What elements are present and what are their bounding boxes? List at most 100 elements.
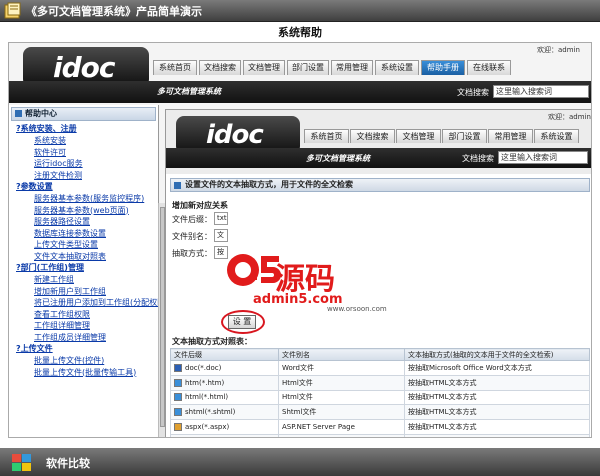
set-button[interactable]: 设 置 — [228, 315, 256, 329]
tab-6[interactable]: 系统设置 — [375, 60, 419, 75]
method-cell: 按抽取HTML文本方式 — [404, 404, 590, 421]
bottom-bar: 软件比较 — [0, 448, 600, 476]
inner-welcome-text: 欢迎：admin — [548, 113, 591, 121]
sidebar-section[interactable]: ?上传文件 — [9, 343, 158, 355]
alias-cell: Html文件 — [278, 374, 405, 391]
inner-tab-6[interactable]: 系统设置 — [534, 129, 579, 143]
sidebar-item[interactable]: 服务器基本参数(服务监控程序) — [9, 193, 158, 205]
sidebar-item[interactable]: 注册文件检测 — [9, 170, 158, 182]
table-row[interactable]: shtml(*.shtml) Shtml文件 按抽取HTML文本方式 — [170, 404, 590, 421]
sidebar-item[interactable]: 将已注册用户添加到工作组(分配权限) — [9, 297, 158, 309]
table-row[interactable]: htm(*.htm) Html文件 按抽取HTML文本方式 — [170, 374, 590, 391]
tab-5[interactable]: 常用管理 — [331, 60, 373, 75]
inner-tab-4[interactable]: 部门设置 — [442, 129, 487, 143]
app-frame: 欢迎：admin idoc 系统首页 文档搜索 文档管理 部门设置 常用管理 系统设置 帮助… — [8, 42, 592, 438]
inner-tabs: 系统首页 文档搜索 文档管理 部门设置 常用管理 系统设置 — [304, 129, 580, 143]
inner-search-input[interactable]: 这里输入搜索词 — [498, 151, 588, 164]
method-cell: 按抽取PDF文本方式 — [404, 433, 590, 437]
sidebar-scrollbar[interactable] — [158, 203, 165, 437]
sidebar-item[interactable]: 软件许可 — [9, 147, 158, 159]
sidebar-section[interactable]: ?部门(工作组)管理 — [9, 262, 158, 274]
method-cell: 按抽取Microsoft Office Word文本方式 — [404, 360, 590, 376]
ext-cell: htm(*.htm) — [170, 374, 279, 391]
sidebar-item[interactable]: 服务器路径设置 — [9, 216, 158, 228]
column-header: 文件后缀 — [170, 348, 279, 361]
table-title: 文本抽取方式对照表： — [172, 337, 252, 346]
sidebar-item[interactable]: 数据库连接参数设置 — [9, 228, 158, 240]
help-title: 系统帮助 — [278, 26, 322, 39]
sidebar-list: ?系统安装、注册 系统安装 软件许可 运行idoc服务 注册文件检测 ?参数设置 服务器基本… — [9, 123, 158, 378]
tab-3[interactable]: 文档管理 — [243, 60, 285, 75]
inner-tab-1[interactable]: 系统首页 — [304, 129, 349, 143]
bottom-label: 软件比较 — [46, 457, 90, 470]
sidebar-item[interactable]: 新建工作组 — [9, 274, 158, 286]
tab-1[interactable]: 系统首页 — [153, 60, 197, 75]
ext-cell: pdf(*.pdf) — [170, 433, 279, 437]
sidebar-section[interactable]: ?参数设置 — [9, 181, 158, 193]
sidebar-item[interactable]: 文件文本抽取对照表 — [9, 251, 158, 263]
sidebar-item[interactable]: 上传文件类型设置 — [9, 239, 158, 251]
welcome-text: 欢迎：admin — [537, 46, 580, 54]
square-icon — [174, 182, 181, 189]
table-row[interactable]: aspx(*.aspx) ASP.NET Server Page 按抽取HTML文本… — [170, 419, 590, 435]
file-type-icon — [174, 363, 182, 372]
sidebar-item[interactable]: 系统安装 — [9, 135, 158, 147]
main-tabs: 系统首页 文档搜索 文档管理 部门设置 常用管理 系统设置 帮助手册 在线联系 — [153, 60, 513, 75]
inner-header-bar: 多可文档管理系统 文档搜索 这里输入搜索词 — [166, 148, 591, 168]
inner-tab-5[interactable]: 常用管理 — [488, 129, 533, 143]
ext-cell: shtml(*.shtml) — [170, 404, 279, 421]
alias-cell: Shtml文件 — [278, 404, 405, 421]
tab-8[interactable]: 在线联系 — [467, 60, 511, 75]
sidebar-item[interactable]: 工作组成员详细管理 — [9, 332, 158, 344]
search-input[interactable]: 这里输入搜索词 — [493, 85, 589, 98]
field-label: 抽取方式： — [172, 249, 212, 258]
system-name: 多可文档管理系统 — [157, 87, 221, 96]
header-bar: 多可文档管理系统 文档搜索 这里输入搜索词 — [9, 81, 591, 103]
alias-cell: Pdf文件 — [278, 433, 405, 437]
table-row[interactable]: pdf(*.pdf)Pdf文件按抽取PDF文本方式 — [170, 433, 590, 437]
table-header-row: 文件后缀 文件别名 文本抽取方式(抽取的文本用于文件的全文检索) — [170, 348, 590, 361]
field-input[interactable]: txt — [214, 212, 228, 225]
table-row[interactable]: doc(*.doc) Word文件 按抽取Microsoft Office Word… — [170, 360, 590, 376]
inner-tab-3[interactable]: 文档管理 — [396, 129, 441, 143]
sidebar: 帮助中心 ?系统安装、注册 系统安装 软件许可 运行idoc服务 注册文件检测 ?参数设置… — [9, 105, 159, 437]
square-icon — [15, 110, 22, 117]
sidebar-item[interactable]: 批量上传文件(批量传输工具) — [9, 367, 158, 379]
sidebar-section[interactable]: ?系统安装、注册 — [9, 123, 158, 135]
sidebar-item[interactable]: 批量上传文件(控件) — [9, 355, 158, 367]
file-type-icon — [174, 378, 182, 387]
file-type-icon — [174, 423, 182, 432]
form-title: 增加新对应关系 — [172, 201, 228, 210]
method-cell: 按抽取HTML文本方式 — [404, 419, 590, 435]
panel-header: 设置文件的文本抽取方式，用于文件的全文检索 — [170, 178, 590, 192]
field-input[interactable]: 文 — [214, 229, 228, 242]
table-row[interactable]: html(*.html) Html文件 按抽取HTML文本方式 — [170, 389, 590, 406]
sidebar-item[interactable]: 运行idoc服务 — [9, 158, 158, 170]
logo-text: idoc — [53, 51, 115, 84]
field-input[interactable]: 按 — [214, 246, 228, 259]
method-cell: 按抽取HTML文本方式 — [404, 389, 590, 406]
tab-7[interactable]: 帮助手册 — [421, 60, 465, 75]
puzzle-icon — [12, 454, 31, 471]
tab-4[interactable]: 部门设置 — [287, 60, 329, 75]
alias-cell: ASP.NET Server Page — [278, 419, 405, 435]
sidebar-item[interactable]: 服务器基本参数(web页面) — [9, 205, 158, 217]
alias-cell: Html文件 — [278, 389, 405, 406]
ext-cell: aspx(*.aspx) — [170, 419, 279, 435]
sidebar-item[interactable]: 工作组详细管理 — [9, 320, 158, 332]
sidebar-item[interactable]: 增加新用户到工作组 — [9, 286, 158, 298]
file-type-icon — [174, 393, 182, 402]
sidebar-item[interactable]: 查看工作组权限 — [9, 309, 158, 321]
inner-tab-2[interactable]: 文档搜索 — [350, 129, 395, 143]
sidebar-header: 帮助中心 — [11, 107, 156, 121]
search-label: 文档搜索 — [457, 88, 489, 97]
ext-cell: html(*.html) — [170, 389, 279, 406]
alias-cell: Word文件 — [278, 360, 405, 376]
extraction-table: 文件后缀 文件别名 文本抽取方式(抽取的文本用于文件的全文检索) doc(*.d… — [170, 348, 590, 437]
inner-header: 欢迎：admin idoc 系统首页 文档搜索 文档管理 部门设置 常用管理 系统设置 多… — [166, 110, 591, 174]
inner-system-name: 多可文档管理系统 — [306, 154, 370, 163]
tab-2[interactable]: 文档搜索 — [199, 60, 241, 75]
column-header: 文本抽取方式(抽取的文本用于文件的全文检索) — [404, 348, 590, 361]
help-content: 欢迎：admin idoc 系统首页 文档搜索 文档管理 部门设置 常用管理 系统设置 多… — [165, 109, 591, 437]
field-label: 文件后缀： — [172, 215, 212, 224]
